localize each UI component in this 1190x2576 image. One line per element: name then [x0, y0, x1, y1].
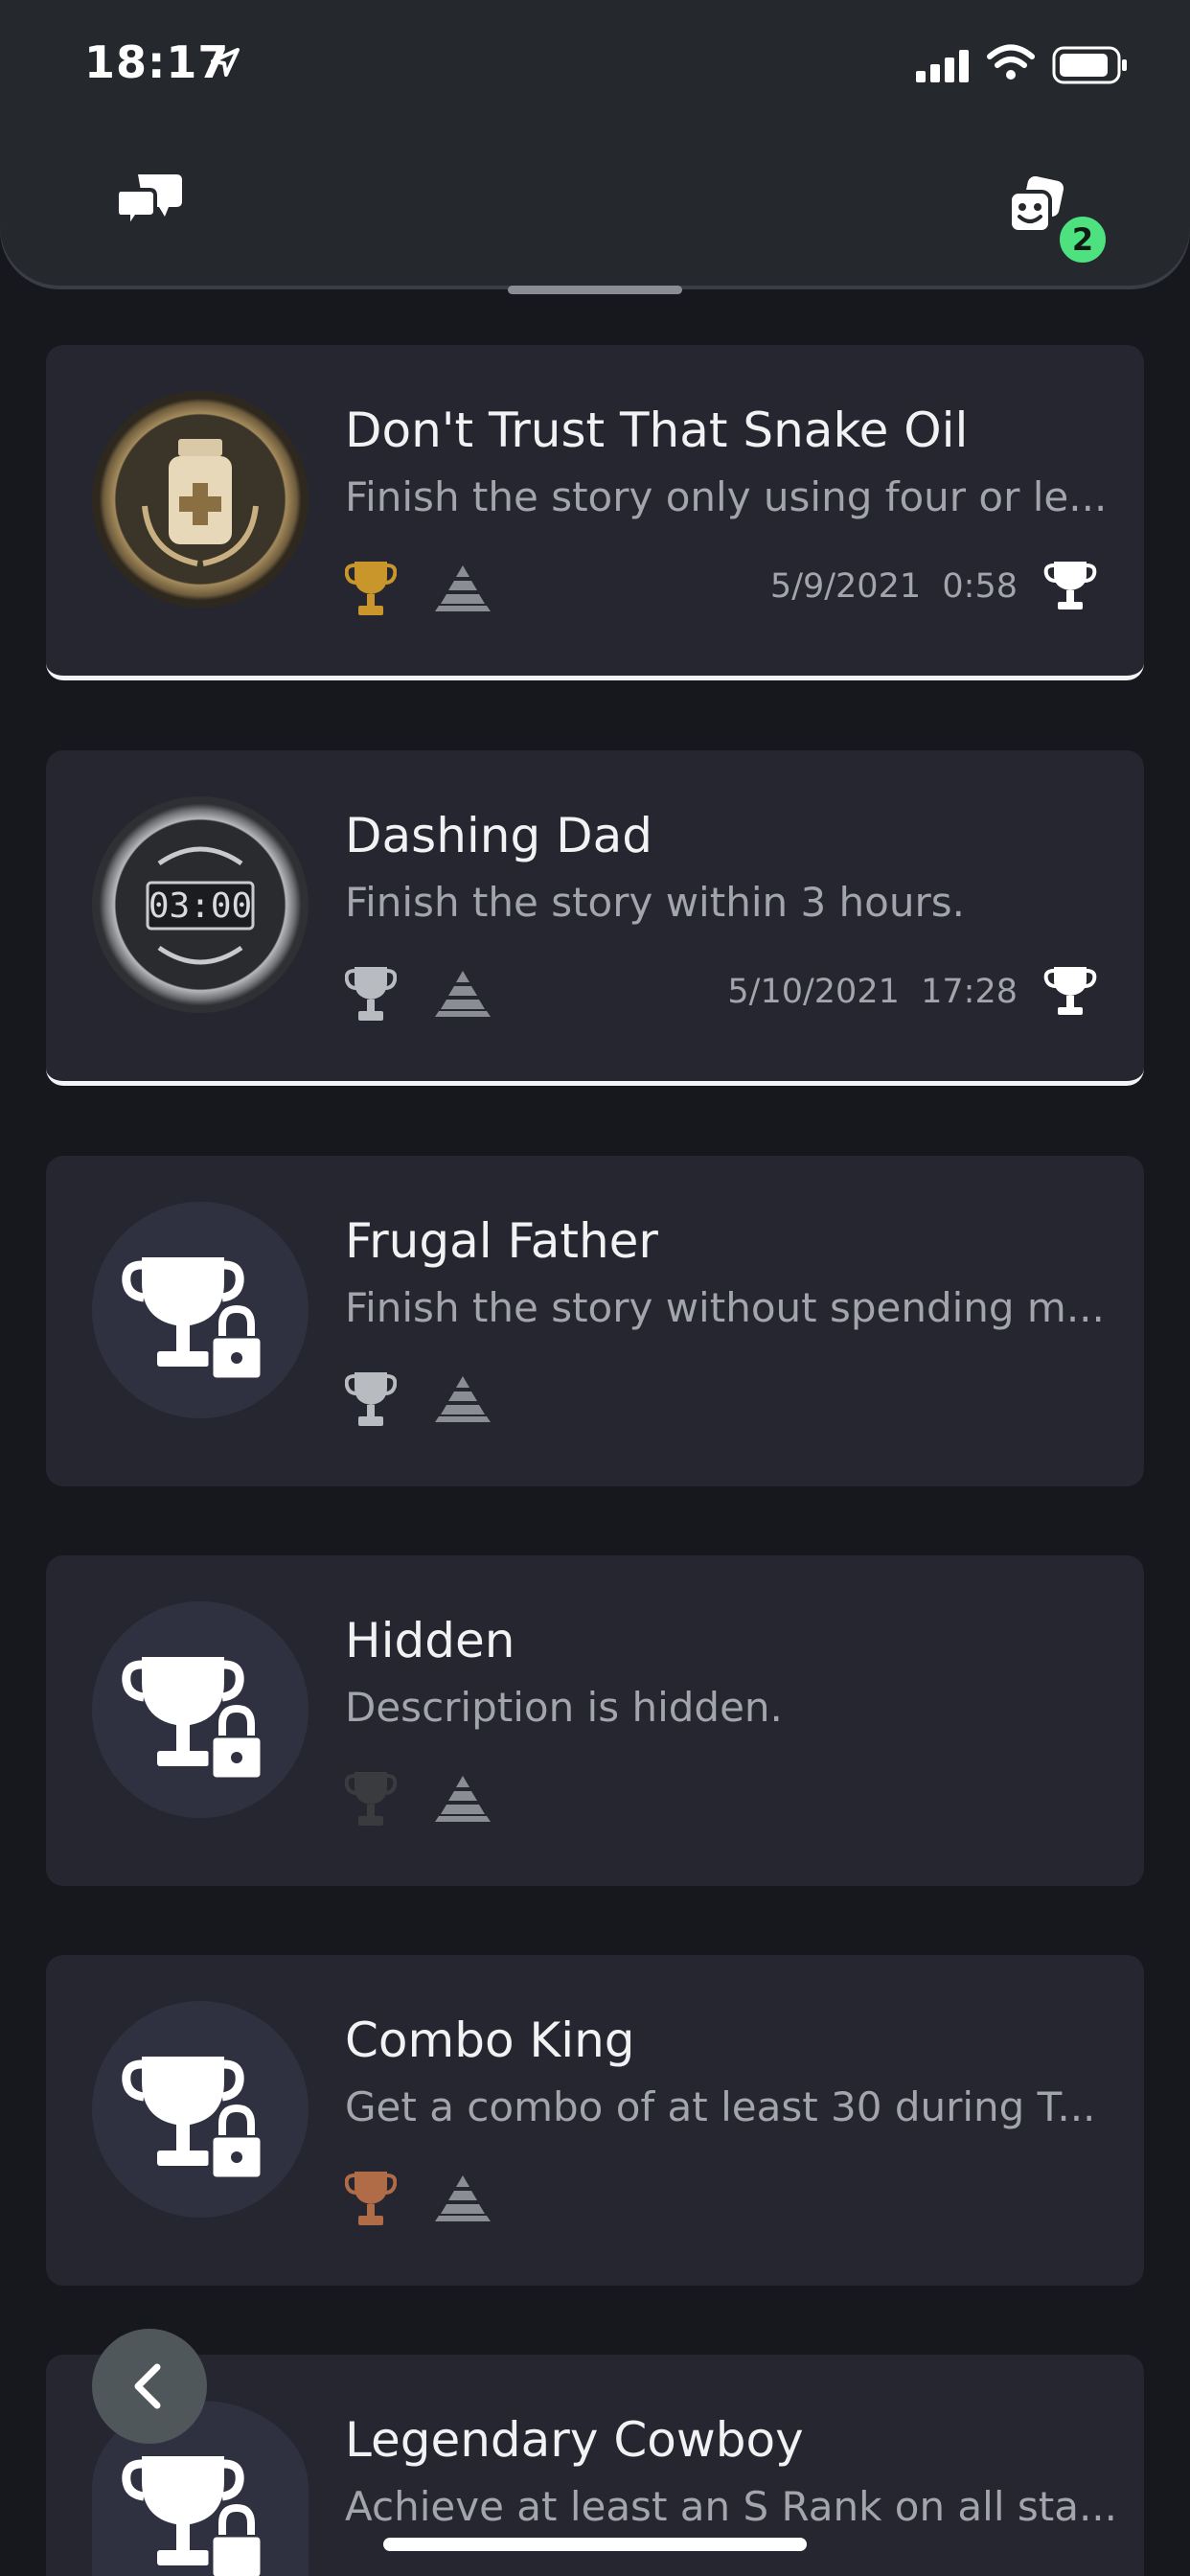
earned-date-value: 5/10/2021: [727, 973, 900, 1011]
trophy-description: Achieve at least an S Rank on all sta...: [345, 2483, 1117, 2530]
chat-bubbles-icon[interactable]: [115, 172, 184, 232]
rarity-pyramid-icon: [435, 1376, 491, 1422]
trophy-title: Legendary Cowboy: [345, 2412, 804, 2468]
trophy-card[interactable]: Frugal Father Finish the story without s…: [46, 1156, 1144, 1486]
trophy-title: Dashing Dad: [345, 808, 652, 863]
svg-text:03:00: 03:00: [149, 886, 252, 926]
trophy-card[interactable]: 03:00 Dashing Dad Finish the story withi…: [46, 750, 1144, 1086]
bronze-trophy-icon: [345, 2172, 397, 2225]
status-bar: 18:17: [0, 0, 1190, 134]
trophy-card[interactable]: Combo King Get a combo of at least 30 du…: [46, 1955, 1144, 2286]
trophy-title: Don't Trust That Snake Oil: [345, 402, 969, 458]
panel-drag-handle[interactable]: [508, 286, 682, 294]
trophy-title: Hidden: [345, 1613, 515, 1668]
earned-date: 5/10/2021 17:28: [727, 973, 1018, 1011]
earned-trophy-icon: [1043, 562, 1097, 610]
location-arrow-icon: [211, 48, 240, 77]
trophy-card[interactable]: Hidden Description is hidden.: [46, 1555, 1144, 1886]
silver-trophy-icon: [345, 1372, 397, 1426]
trophy-description: Finish the story without spending m...: [345, 1284, 1105, 1331]
trophy-card[interactable]: Don't Trust That Snake Oil Finish the st…: [46, 345, 1144, 680]
trophy-title: Frugal Father: [345, 1213, 658, 1269]
earned-date: 5/9/2021 0:58: [770, 567, 1018, 606]
gold-trophy-icon: [345, 562, 397, 615]
trophy-image-stopwatch: 03:00: [92, 796, 309, 1013]
earned-time-value: 0:58: [942, 567, 1018, 606]
home-indicator[interactable]: [383, 2538, 807, 2551]
hidden-trophy-icon: [345, 1772, 397, 1826]
trophy-title: Combo King: [345, 2012, 635, 2068]
notification-badge: 2: [1056, 213, 1110, 266]
earned-trophy-icon: [1043, 967, 1097, 1015]
chevron-left-icon: [134, 2363, 161, 2409]
status-time: 18:17: [84, 36, 230, 88]
locked-trophy-icon: [92, 1601, 309, 1818]
rarity-pyramid-icon: [435, 971, 491, 1017]
rarity-pyramid-icon: [435, 2175, 491, 2221]
trophy-image-medicine-bottle: [92, 391, 309, 608]
trophy-description: Get a combo of at least 30 during T...: [345, 2083, 1096, 2130]
earned-time-value: 17:28: [921, 973, 1018, 1011]
trophy-description: Finish the story only using four or le..…: [345, 473, 1108, 520]
silver-trophy-icon: [345, 967, 397, 1021]
rarity-pyramid-icon: [435, 565, 491, 611]
back-button[interactable]: [92, 2329, 207, 2444]
cellular-signal-icon: [916, 50, 969, 82]
locked-trophy-icon: [92, 2001, 309, 2218]
earned-date-value: 5/9/2021: [769, 567, 922, 606]
rarity-pyramid-icon: [435, 1776, 491, 1822]
medicine-bottle-icon: [142, 439, 259, 566]
stopwatch-timer-icon: 03:00: [146, 846, 255, 965]
trophy-description: Finish the story within 3 hours.: [345, 879, 965, 926]
locked-trophy-icon: [92, 1202, 309, 1418]
trophy-description: Description is hidden.: [345, 1684, 783, 1731]
battery-icon: [1052, 46, 1127, 84]
wifi-icon: [987, 44, 1035, 80]
game-button[interactable]: 2: [1006, 171, 1110, 266]
